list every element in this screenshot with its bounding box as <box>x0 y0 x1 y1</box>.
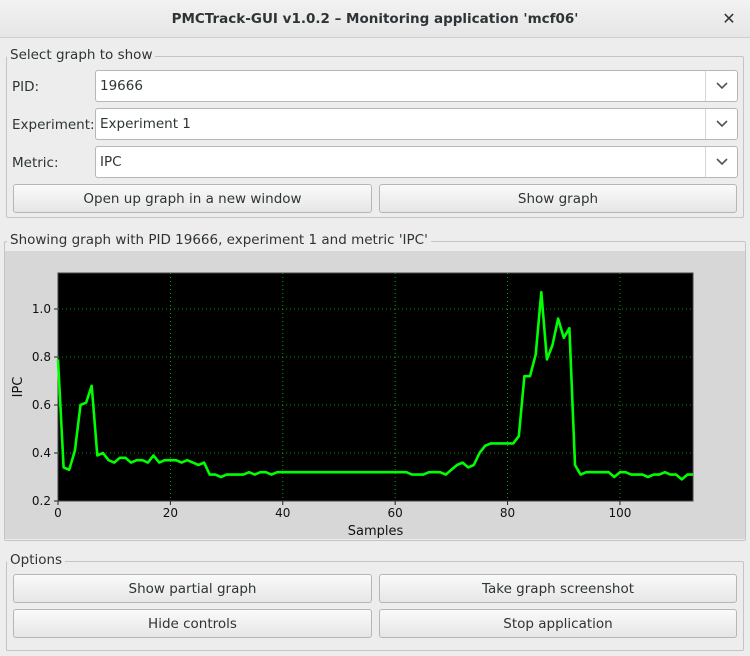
hide-controls-button[interactable]: Hide controls <box>13 609 372 638</box>
x-tick-label: 60 <box>388 506 403 520</box>
x-tick-label: 100 <box>608 506 631 520</box>
show-graph-button[interactable]: Show graph <box>379 184 737 213</box>
pid-value: 19666 <box>100 78 143 94</box>
take-screenshot-button[interactable]: Take graph screenshot <box>379 574 737 603</box>
chevron-down-icon[interactable] <box>705 147 737 177</box>
ipc-line-chart: 0 20 40 60 80 100 0.2 0.4 0.6 0.8 1.0 Samples IPC <box>11 272 694 539</box>
graph-group-label: Showing graph with PID 19666, experiment… <box>7 232 431 248</box>
y-tick-label: 1.0 <box>32 302 51 316</box>
x-tick-label: 80 <box>500 506 515 520</box>
y-tick-label: 0.6 <box>32 398 51 412</box>
pid-combo[interactable]: 19666 <box>95 70 738 102</box>
x-tick-label: 20 <box>163 506 178 520</box>
show-partial-graph-button[interactable]: Show partial graph <box>13 574 372 603</box>
metric-combo[interactable]: IPC <box>95 146 738 178</box>
x-tick-label: 40 <box>275 506 290 520</box>
close-icon[interactable]: ✕ <box>720 9 738 28</box>
experiment-label: Experiment: <box>12 117 95 133</box>
plot-canvas: 0 20 40 60 80 100 0.2 0.4 0.6 0.8 1.0 Samples IPC <box>5 251 745 539</box>
plot-area <box>57 272 694 502</box>
window-title: PMCTrack-GUI v1.0.2 – Monitoring applica… <box>171 10 579 27</box>
metric-label: Metric: <box>12 155 59 171</box>
pid-label: PID: <box>12 79 40 95</box>
options-group-label: Options <box>7 552 66 568</box>
stop-application-button[interactable]: Stop application <box>379 609 737 638</box>
y-tick-label: 0.8 <box>32 350 51 364</box>
experiment-combo[interactable]: Experiment 1 <box>95 108 738 140</box>
experiment-value: Experiment 1 <box>100 116 191 132</box>
open-new-window-button[interactable]: Open up graph in a new window <box>13 184 372 213</box>
select-graph-group-label: Select graph to show <box>7 47 156 63</box>
x-axis-label: Samples <box>348 524 404 539</box>
y-tick-label: 0.4 <box>32 446 51 460</box>
chevron-down-icon[interactable] <box>705 109 737 139</box>
chevron-down-icon[interactable] <box>705 71 737 101</box>
y-axis-label: IPC <box>11 377 26 398</box>
metric-value: IPC <box>100 154 122 170</box>
x-tick-label: 0 <box>54 506 62 520</box>
y-tick-label: 0.2 <box>32 494 51 508</box>
title-bar: PMCTrack-GUI v1.0.2 – Monitoring applica… <box>0 0 750 38</box>
